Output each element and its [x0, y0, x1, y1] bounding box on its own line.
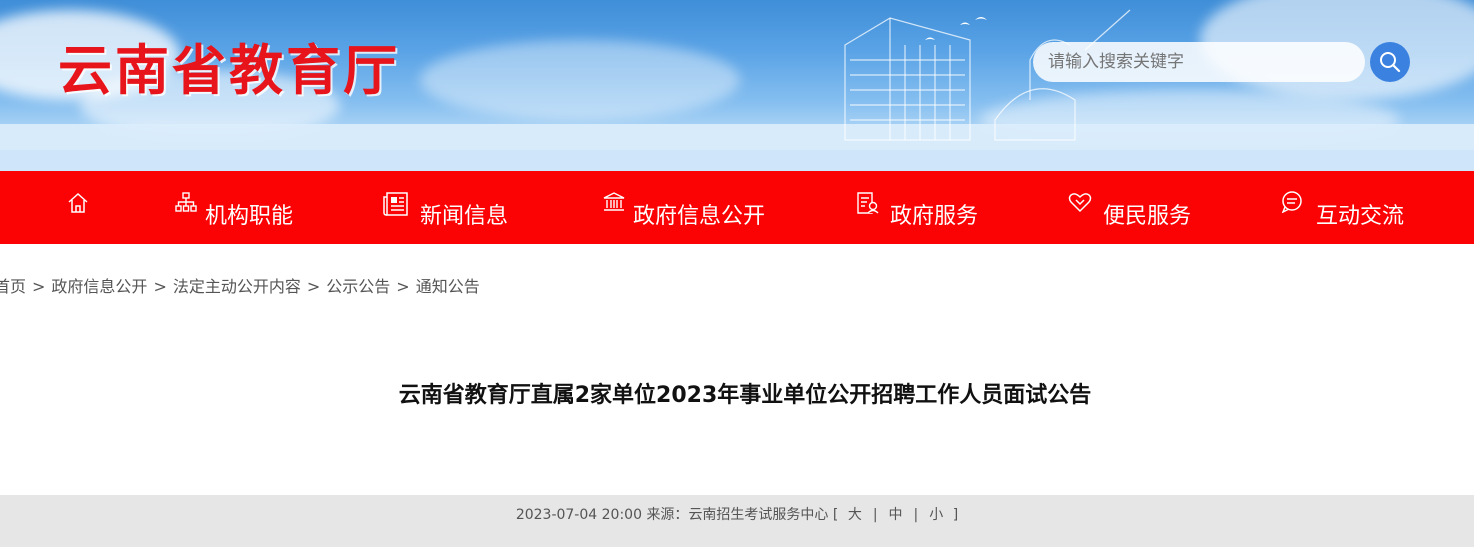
nav-item-home[interactable] [60, 171, 100, 244]
font-size-large-button[interactable]: 大 [848, 507, 862, 523]
newspaper-icon [383, 192, 408, 216]
font-size-divider: | [872, 507, 878, 523]
source-name: 云南招生考试服务中心 [688, 507, 829, 523]
nav-label: 政府信息公开 [633, 204, 766, 229]
chat-bubble-icon [1281, 191, 1302, 213]
font-size-bracket-close: ] [952, 507, 959, 523]
org-chart-icon [175, 192, 197, 212]
home-icon [68, 192, 88, 213]
breadcrumb-statutory[interactable]: 法定主动公开内容 [173, 277, 301, 296]
nav-item-interaction[interactable]: 互动交流 [1281, 171, 1421, 244]
main-nav: 机构职能 新闻信息 政府信息公开 政府服务 便民服务 互动交流 [0, 171, 1474, 244]
font-size-medium-button[interactable]: 中 [889, 507, 903, 523]
breadcrumb-separator: > [396, 277, 410, 296]
nav-label: 政府服务 [890, 204, 979, 229]
font-size-bracket-open: [ [832, 507, 839, 523]
article-title: 云南省教育厅直属2家单位2023年事业单位公开招聘工作人员面试公告 [398, 383, 1092, 408]
site-title[interactable]: 云南省教育厅 [58, 26, 400, 105]
buildings-illustration [844, 9, 1131, 141]
source-label: 来源： [646, 507, 689, 523]
breadcrumb-gov-info[interactable]: 政府信息公开 [51, 277, 147, 296]
font-size-small-button[interactable]: 小 [929, 507, 943, 523]
publish-datetime: 2023-07-04 20:00 [515, 507, 642, 523]
breadcrumb: 首页 > 政府信息公开 > 法定主动公开内容 > 公示公告 > 通知公告 [0, 273, 480, 297]
breadcrumb-separator: > [153, 277, 167, 296]
breadcrumb-home[interactable]: 首页 [0, 277, 26, 296]
government-building-icon [603, 192, 625, 211]
service-document-icon [857, 192, 879, 214]
search-button[interactable] [1370, 42, 1410, 82]
handshake-heart-icon [1068, 193, 1092, 213]
breadcrumb-announcements[interactable]: 公示公告 [326, 277, 390, 296]
nav-label: 机构职能 [205, 204, 294, 229]
nav-item-gov-service[interactable]: 政府服务 [855, 171, 995, 244]
header-banner: 云南省教育厅 [0, 0, 1474, 171]
article-meta: 2023-07-04 20:00 来源：云南招生考试服务中心 [ 大 | 中 | 小 ] [0, 504, 1474, 524]
search-icon [1380, 52, 1401, 73]
nav-item-organization[interactable]: 机构职能 [174, 171, 314, 244]
breadcrumb-separator: > [32, 277, 46, 296]
nav-item-convenience[interactable]: 便民服务 [1068, 171, 1208, 244]
banner-ground-line [0, 150, 1474, 171]
cloud-decoration [420, 40, 740, 120]
search-input[interactable] [1033, 42, 1365, 82]
breadcrumb-notices[interactable]: 通知公告 [416, 277, 480, 296]
nav-item-news[interactable]: 新闻信息 [383, 171, 523, 244]
article-meta-bar: 2023-07-04 20:00 来源：云南招生考试服务中心 [ 大 | 中 | 小 ] [0, 495, 1474, 547]
nav-label: 便民服务 [1103, 204, 1192, 229]
nav-label: 互动交流 [1316, 204, 1405, 229]
font-size-divider: | [913, 507, 919, 523]
nav-label: 新闻信息 [420, 204, 509, 229]
nav-item-gov-info[interactable]: 政府信息公开 [603, 171, 783, 244]
breadcrumb-separator: > [306, 277, 321, 296]
